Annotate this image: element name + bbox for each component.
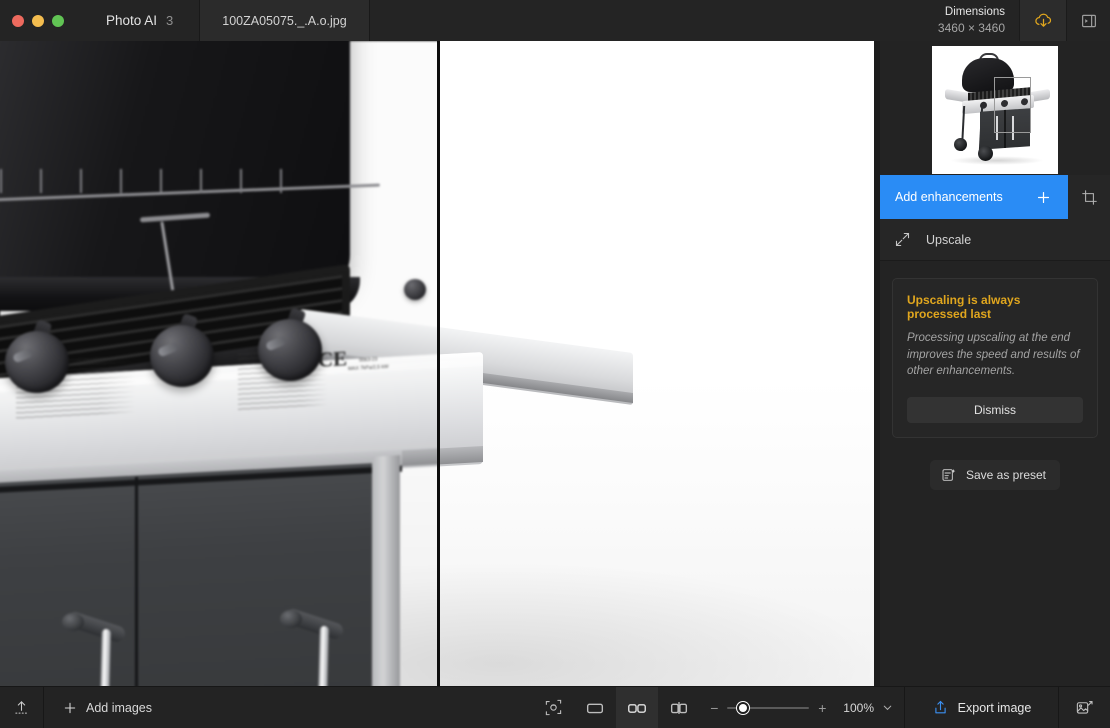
dismiss-button[interactable]: Dismiss — [907, 397, 1083, 424]
sidebar-filler — [880, 490, 1110, 686]
main-body: CE 0063-23 MAX 7kPa/2,5 kW Add enhanceme… — [0, 41, 1110, 686]
ce-mark: CE — [318, 346, 348, 372]
export-image-label: Export image — [957, 700, 1032, 715]
add-enhancements-button[interactable]: Add enhancements — [880, 175, 1068, 219]
canvas-pane-original[interactable]: CE 0063-23 MAX 7kPa/2,5 kW — [0, 41, 437, 686]
file-tab[interactable]: 100ZA05075._.A.o.jpg — [200, 0, 370, 41]
warming-rack — [0, 169, 380, 202]
export-image-button[interactable]: Export image — [904, 687, 1058, 728]
crop-icon — [1081, 189, 1098, 206]
dimensions-value: 3460 × 3460 — [937, 21, 1005, 36]
dimensions-label: Dimensions — [944, 5, 1005, 18]
save-preset-row: Save as preset — [880, 460, 1110, 491]
canvas-pane-enhanced[interactable]: CE 0063-23MAX 7kPa/2,5 kW — [440, 41, 874, 686]
grill-photo-original: CE 0063-23 MAX 7kPa/2,5 kW — [0, 41, 437, 686]
notice-body: Processing upscaling at the end improves… — [907, 332, 1080, 378]
split-compare-icon — [668, 697, 690, 719]
zoom-slider[interactable] — [727, 701, 810, 714]
image-thumbnail[interactable] — [932, 45, 1058, 174]
image-canvas[interactable]: CE 0063-23 MAX 7kPa/2,5 kW — [0, 41, 874, 686]
app-tab[interactable]: Photo AI 3 — [86, 0, 201, 41]
cart-right-edge — [372, 455, 400, 686]
bottom-toolbar: Add images − + 100% Export image — [0, 686, 1110, 728]
cart-body — [0, 461, 400, 686]
zoom-level-value: 100% — [843, 700, 874, 715]
side-burner-knob — [404, 279, 426, 300]
close-window-button[interactable] — [12, 14, 24, 27]
burner-knob — [150, 325, 214, 387]
maximize-window-button[interactable] — [52, 14, 64, 27]
dimensions-readout: Dimensions 3460 × 3460 — [921, 0, 1019, 41]
focus-view-button[interactable] — [532, 687, 574, 728]
save-as-preset-button[interactable]: Save as preset — [929, 460, 1061, 491]
side-by-side-view-button[interactable] — [616, 687, 659, 728]
app-tab-label: Photo AI — [106, 13, 158, 28]
cloud-download-icon — [1033, 11, 1054, 31]
app-tab-count: 3 — [166, 13, 174, 28]
toggle-right-panel-icon — [1080, 12, 1098, 30]
window-traffic-lights — [0, 0, 86, 41]
minimize-window-button[interactable] — [32, 14, 44, 27]
compare-divider[interactable] — [437, 41, 440, 686]
zoom-controls: − + 100% — [700, 687, 904, 728]
notice-title: Upscaling is always processed last — [907, 293, 1021, 321]
title-bar-spacer — [369, 0, 922, 41]
chevron-down-icon[interactable] — [881, 701, 894, 714]
zoom-out-button[interactable]: − — [708, 700, 720, 716]
thumbnail-area[interactable] — [880, 41, 1110, 175]
save-as-preset-label: Save as preset — [965, 468, 1047, 483]
add-images-label: Add images — [86, 700, 153, 715]
file-tab-label: 100ZA05075._.A.o.jpg — [222, 13, 347, 28]
cloud-download-button[interactable] — [1019, 0, 1066, 41]
right-sidebar: Add enhancements Upscale Upscaling is al… — [880, 41, 1110, 686]
two-panes-icon — [626, 697, 648, 719]
grill-lid — [0, 41, 350, 295]
upscale-label: Upscale — [926, 232, 972, 247]
burner-knob — [5, 331, 69, 393]
burner-knob — [258, 319, 322, 381]
title-bar: Photo AI 3 100ZA05075._.A.o.jpg Dimensio… — [0, 0, 1110, 41]
bottom-toolbar-spacer — [170, 687, 532, 728]
sidebar-item-upscale[interactable]: Upscale — [880, 219, 1110, 261]
app-window: Photo AI 3 100ZA05075._.A.o.jpg Dimensio… — [0, 0, 1110, 728]
rectangle-icon — [584, 697, 606, 719]
upscaling-notice: Upscaling is always processed last Proce… — [892, 278, 1098, 439]
manufacturer-mark: 0063-23 MAX 7kPa/2,5 kW — [348, 356, 389, 372]
expand-diagonal-icon — [894, 231, 911, 248]
batch-export-button[interactable] — [1058, 687, 1110, 728]
crop-button[interactable] — [1068, 175, 1110, 219]
upload-button[interactable] — [0, 687, 44, 728]
export-share-icon — [932, 699, 949, 716]
plus-icon — [62, 700, 78, 716]
toggle-right-panel-button[interactable] — [1066, 0, 1110, 41]
thumbnail-viewport-rect[interactable] — [994, 76, 1031, 133]
add-images-button[interactable]: Add images — [44, 687, 170, 728]
add-enhancements-label: Add enhancements — [895, 190, 1003, 204]
upload-icon — [13, 699, 30, 716]
split-compare-view-button[interactable] — [658, 687, 700, 728]
save-preset-icon — [941, 467, 957, 483]
plus-icon — [1035, 189, 1052, 206]
grill-photo-enhanced: CE 0063-23MAX 7kPa/2,5 kW — [440, 41, 874, 686]
zoom-in-button[interactable]: + — [816, 700, 828, 716]
focus-brackets-icon — [544, 698, 563, 717]
single-view-button[interactable] — [574, 687, 616, 728]
batch-export-icon — [1075, 698, 1094, 717]
zoom-slider-handle[interactable] — [737, 701, 750, 714]
add-enhancements-bar: Add enhancements — [880, 175, 1110, 219]
